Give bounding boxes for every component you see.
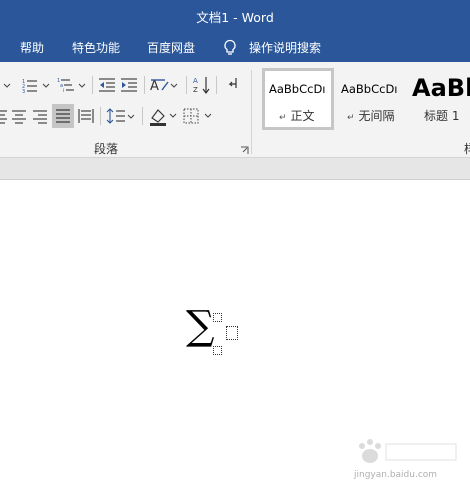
align-center-icon[interactable] (10, 107, 28, 125)
styles-gallery: AaBbCcDı ↵ 正文 AaBbCcDı ↵ 无间隔 AaBl 标题 1 (262, 68, 470, 130)
style-name-label: ↵ 无间隔 (347, 107, 395, 124)
toolbar-divider (92, 76, 93, 94)
show-hide-marks-icon[interactable] (224, 76, 242, 94)
style-no-spacing[interactable]: AaBbCcDı ↵ 无间隔 (335, 68, 409, 130)
summation-operator[interactable]: ∑ (186, 306, 215, 346)
tab-help[interactable]: 帮助 (20, 39, 44, 56)
justify-button[interactable] (52, 104, 74, 128)
chinese-layout-icon[interactable]: A (148, 76, 180, 94)
svg-text:A: A (193, 77, 198, 85)
paragraph-group-label: 段落 (94, 142, 119, 156)
tell-me-search[interactable]: 操作说明搜索 (249, 39, 321, 56)
baidu-jingyan-watermark-logo (359, 439, 457, 463)
svg-text:Z: Z (193, 86, 198, 94)
justify-icon (56, 109, 70, 123)
style-name-label: ↵ 正文 (279, 107, 315, 124)
toolbar-divider (100, 107, 101, 125)
style-sample: AaBbCcDı (269, 82, 326, 96)
tab-special-features[interactable]: 特色功能 (72, 39, 120, 56)
line-spacing-icon[interactable] (106, 107, 136, 125)
decrease-indent-icon[interactable] (97, 76, 117, 94)
toolbar-divider (142, 107, 143, 125)
toolbar-divider (186, 76, 187, 94)
bullets-dropdown-icon[interactable] (0, 76, 16, 94)
styles-group-label: 样 (464, 140, 470, 157)
watermark-text: jingyan.baidu.com (354, 470, 438, 480)
svg-text:i: i (63, 88, 64, 94)
lower-limit-placeholder[interactable] (213, 346, 222, 355)
align-left-icon[interactable] (0, 107, 8, 125)
svg-text:3: 3 (22, 89, 25, 94)
align-right-icon[interactable] (31, 107, 49, 125)
shading-icon[interactable] (148, 106, 178, 126)
distributed-icon[interactable] (77, 107, 95, 125)
paragraph-mark-icon: ↵ (279, 113, 287, 123)
title-bar: 文档1 - Word (0, 0, 470, 31)
toolbar-divider (144, 76, 145, 94)
operand-placeholder[interactable] (226, 326, 238, 340)
numbering-icon[interactable]: 1 2 3 (20, 76, 52, 94)
multilevel-list-icon[interactable]: 1 a i (56, 76, 88, 94)
upper-limit-placeholder[interactable] (213, 313, 222, 322)
style-sample: AaBbCcDı (341, 82, 398, 96)
style-name: 标题 1 (424, 109, 460, 123)
ruler-area (0, 158, 470, 180)
style-sample: AaBl (412, 74, 470, 102)
tab-baidu-netdisk[interactable]: 百度网盘 (147, 39, 195, 56)
sort-icon[interactable]: A Z (191, 75, 211, 95)
style-normal[interactable]: AaBbCcDı ↵ 正文 (262, 68, 334, 130)
style-name: 正文 (290, 109, 315, 123)
borders-icon[interactable] (182, 106, 214, 126)
svg-text:A: A (150, 79, 159, 94)
style-name: 无间隔 (358, 109, 395, 123)
lightbulb-icon[interactable] (223, 39, 237, 57)
style-heading-1[interactable]: AaBl 标题 1 (410, 68, 470, 130)
window-title: 文档1 - Word (196, 10, 274, 25)
group-separator (251, 70, 252, 154)
paragraph-mark-icon: ↵ (347, 113, 355, 123)
toolbar-divider (216, 76, 217, 94)
increase-indent-icon[interactable] (119, 76, 139, 94)
dialog-launcher-icon[interactable] (240, 146, 249, 155)
